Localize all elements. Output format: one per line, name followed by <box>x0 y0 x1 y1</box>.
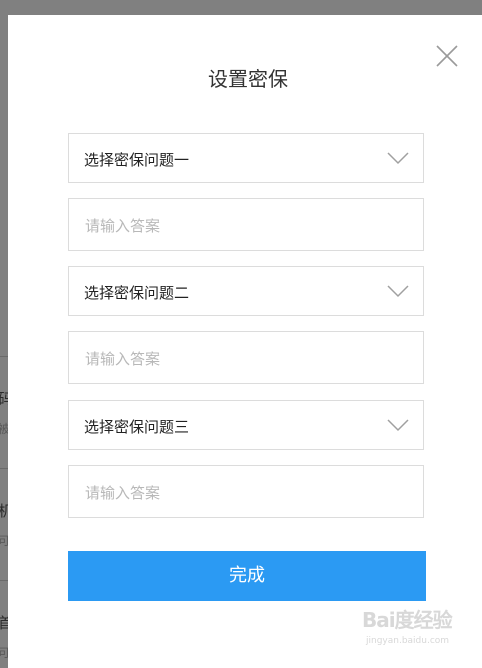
answer-placeholder: 请输入答案 <box>85 484 161 502</box>
question-select-label: 选择密保问题二 <box>84 284 190 302</box>
question-select-label: 选择密保问题一 <box>84 151 190 169</box>
question-select-2[interactable]: 选择密保问题二 <box>68 266 424 316</box>
question-select-label: 选择密保问题三 <box>84 418 190 436</box>
baidu-jingyan-watermark: Bai度经验 jingyan.baidu.com <box>362 604 462 654</box>
background-divider <box>0 468 8 469</box>
watermark-logo-text: Bai度经验 <box>362 608 453 632</box>
security-question-dialog: 设置密保 选择密保问题一 请输入答案 选择密保问题二 请输入答案 选择密保问题三… <box>8 15 482 668</box>
watermark-url: jingyan.baidu.com <box>366 636 450 646</box>
answer-input-2[interactable]: 请输入答案 <box>68 331 424 384</box>
answer-placeholder: 请输入答案 <box>85 217 161 235</box>
answer-placeholder: 请输入答案 <box>85 350 161 368</box>
question-select-1[interactable]: 选择密保问题一 <box>68 133 424 183</box>
finish-button[interactable]: 完成 <box>68 551 426 601</box>
chevron-down-icon <box>387 285 409 298</box>
answer-input-1[interactable]: 请输入答案 <box>68 198 424 251</box>
background-divider <box>0 580 8 581</box>
background-divider <box>0 356 8 357</box>
chevron-down-icon <box>387 419 409 432</box>
question-select-3[interactable]: 选择密保问题三 <box>68 400 424 450</box>
dialog-title: 设置密保 <box>208 67 288 91</box>
answer-input-3[interactable]: 请输入答案 <box>68 465 424 518</box>
chevron-down-icon <box>387 152 409 165</box>
